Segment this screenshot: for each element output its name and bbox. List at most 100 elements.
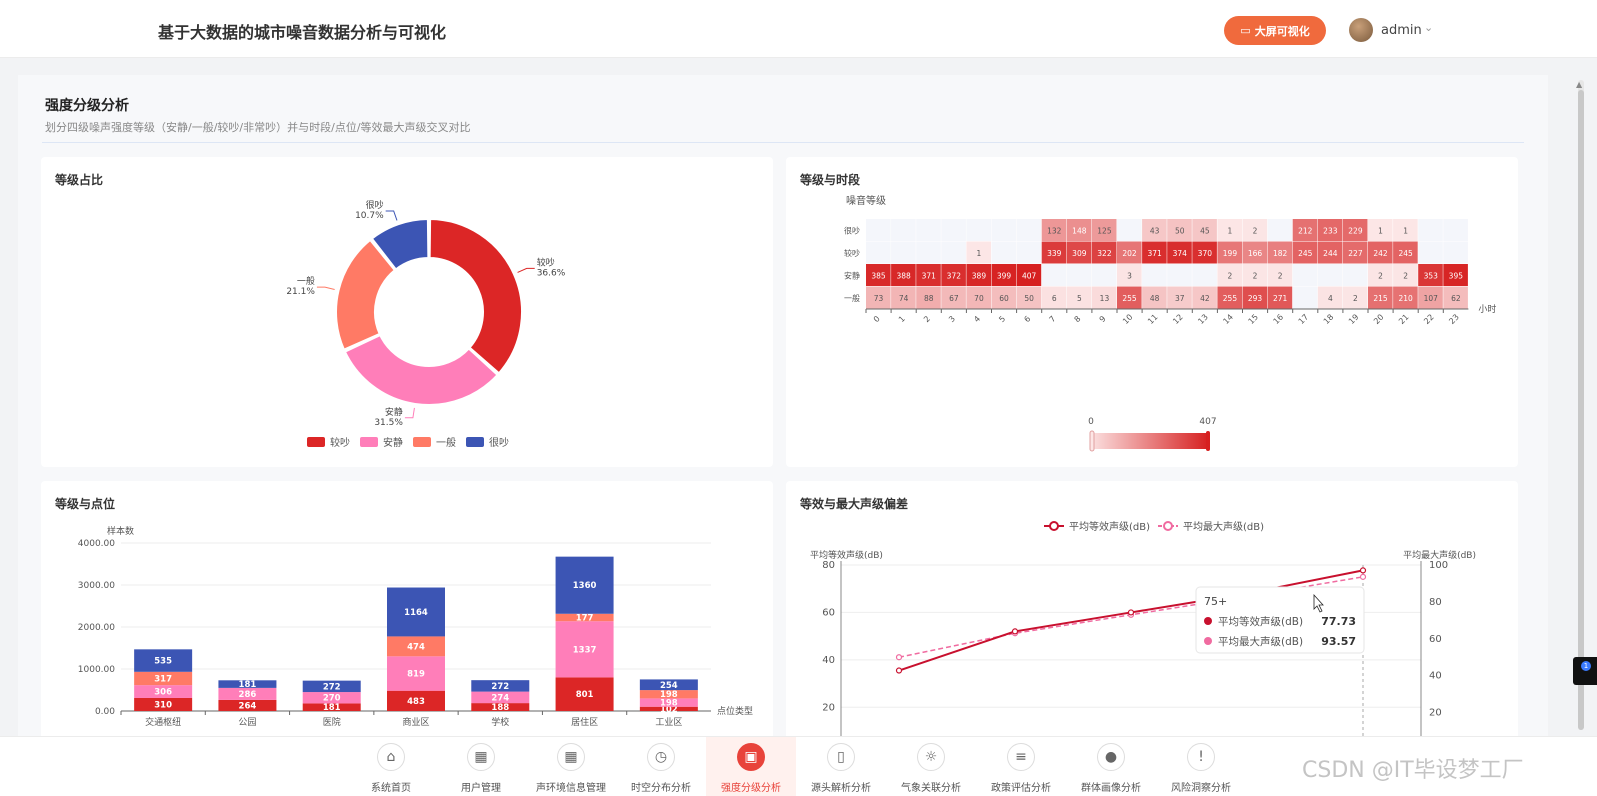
heatmap-cell	[1317, 264, 1343, 286]
divider	[42, 142, 1524, 143]
heatmap-xtick-label: 23	[1447, 312, 1461, 326]
bar-data-label: 310	[154, 700, 172, 710]
bar-data-label: 188	[491, 703, 509, 713]
bar-data-label: 306	[154, 688, 172, 698]
nav-label[interactable]: 政策评估分析	[976, 779, 1066, 794]
heatmap-cell-label: 2	[1378, 271, 1383, 280]
clock-icon[interactable]: ◷	[647, 743, 675, 771]
heatmap-cell-label: 166	[1248, 249, 1263, 258]
heatmap-cell-label: 43	[1150, 226, 1160, 235]
heatmap-cell	[1418, 241, 1443, 264]
nav-item-7[interactable]: ≡ 政策评估分析	[976, 737, 1066, 796]
bar-ylabel: 样本数	[107, 525, 134, 537]
heatmap-cell-label: 245	[1298, 249, 1313, 258]
heatmap-chart: 噪音等级很吵 132 148 125 43 50 45 1 2 212 233 229 1 1较吵 1 339…	[844, 194, 1496, 452]
line-point-max	[1359, 573, 1367, 580]
nav-item-4[interactable]: ▣ 强度分级分析	[706, 737, 796, 796]
nav-label[interactable]: 气象关联分析	[886, 779, 976, 794]
nav-item-1[interactable]: ▦ 用户管理	[436, 737, 526, 796]
heatmap-cell	[966, 219, 991, 241]
user-name[interactable]: admin	[1381, 23, 1422, 38]
sun-icon[interactable]: ☼	[917, 743, 945, 771]
heatmap-xtick-label: 12	[1171, 312, 1185, 326]
notification-badge[interactable]: 1	[1581, 661, 1591, 671]
heatmap-cell-label: 2	[1253, 226, 1258, 235]
bar-ytick-label: 1000.00	[78, 665, 115, 675]
pie-card: 等级占比 较吵 36.6% 安静 31.5% 一般 21.1% 很吵 10.7% 较吵 安静 一般很…	[41, 157, 773, 467]
bar-ytick-label: 2000.00	[78, 623, 115, 633]
heatmap-xtick-label: 14	[1221, 312, 1235, 326]
bar-data-label: 474	[407, 642, 425, 652]
nav-item-2[interactable]: ▦ 声环境信息管理	[526, 737, 616, 796]
legend-swatch-0	[307, 437, 325, 447]
pie-label-value-1: 31.5%	[374, 418, 403, 428]
avatar[interactable]	[1349, 18, 1373, 42]
pie-label-value-2: 21.1%	[286, 287, 315, 297]
nav-label[interactable]: 强度分级分析	[706, 779, 796, 794]
nav-label[interactable]: 群体画像分析	[1066, 779, 1156, 794]
heatmap-cell-label: 399	[997, 271, 1012, 280]
nav-item-8[interactable]: ● 群体画像分析	[1066, 737, 1156, 796]
heatmap-cell-label: 1	[1403, 226, 1408, 235]
nav-label[interactable]: 系统首页	[346, 779, 436, 794]
heatmap-cell	[1443, 241, 1468, 264]
home-icon[interactable]: ⌂	[377, 743, 405, 771]
nav-item-0[interactable]: ⌂ 系统首页	[346, 737, 436, 796]
heatmap-cell	[1117, 219, 1142, 241]
nav-label[interactable]: 源头解析分析	[796, 779, 886, 794]
chevron-down-icon[interactable]: ⌄	[1424, 21, 1433, 34]
person-icon[interactable]: ●	[1097, 743, 1125, 771]
heatmap-cell-label: 244	[1323, 249, 1338, 258]
heatmap-cell-label: 60	[999, 294, 1009, 303]
nav-label[interactable]: 时空分布分析	[616, 779, 706, 794]
grid-icon[interactable]: ▦	[467, 743, 495, 771]
bar-ytick-label: 3000.00	[78, 581, 115, 591]
tooltip-row-value: 93.57	[1321, 635, 1356, 648]
scrollbar-thumb[interactable]	[1578, 90, 1584, 730]
line-chart: 平均等效声级(dB) 平均最大声级(dB) 平均等效声级(dB) 平均最大声级(dB)…	[810, 520, 1476, 745]
scroll-up-icon[interactable]: ▲	[1576, 80, 1582, 89]
heatmap-cell-label: 371	[922, 271, 937, 280]
heatmap-xtick-label: 18	[1322, 312, 1336, 326]
bar-category-label: 交通枢纽	[145, 716, 181, 728]
heatmap-xtick-label: 1	[897, 314, 907, 324]
line-ytick-left: 20	[822, 702, 835, 713]
heatmap-cell-label: 132	[1047, 226, 1062, 235]
nav-label[interactable]: 声环境信息管理	[526, 779, 616, 794]
book-icon[interactable]: ▯	[827, 743, 855, 771]
heatmap-xtick-label: 19	[1347, 312, 1361, 326]
heatmap-cell-label: 227	[1348, 249, 1363, 258]
bar-data-label: 270	[323, 694, 341, 704]
nav-item-3[interactable]: ◷ 时空分布分析	[616, 737, 706, 796]
heatmap-cell-label: 1	[1378, 226, 1383, 235]
line-ylabel-left: 平均等效声级(dB)	[810, 549, 883, 561]
heatmap-cell-label: 62	[1451, 294, 1461, 303]
nav-item-9[interactable]: ! 风险洞察分析	[1156, 737, 1246, 796]
heatmap-cell-label: 2	[1253, 271, 1258, 280]
nav-item-5[interactable]: ▯ 源头解析分析	[796, 737, 886, 796]
alert-icon[interactable]: !	[1187, 743, 1215, 771]
nav-item-6[interactable]: ☼ 气象关联分析	[886, 737, 976, 796]
heatmap-cell-label: 322	[1097, 249, 1112, 258]
pie-label-value-3: 10.7%	[355, 211, 384, 221]
document-icon[interactable]: ≡	[1007, 743, 1035, 771]
apps-icon[interactable]: ▦	[557, 743, 585, 771]
heatmap-cell-label: 37	[1175, 294, 1185, 303]
nav-label[interactable]: 用户管理	[436, 779, 526, 794]
bar-data-label: 181	[323, 703, 341, 713]
heatmap-cell-label: 88	[924, 294, 934, 303]
heatmap-cell-label: 210	[1398, 294, 1413, 303]
heatmap-cell-label: 309	[1072, 249, 1087, 258]
line-point-max	[895, 654, 903, 661]
heatmap-xtick-label: 0	[872, 314, 882, 324]
bigscreen-button[interactable]: ▭ 大屏可视化	[1224, 16, 1326, 45]
heatmap-cell-label: 242	[1373, 249, 1388, 258]
heatmap-ylabel-3: 一般	[844, 293, 860, 303]
nav-label[interactable]: 风险洞察分析	[1156, 779, 1246, 794]
line-ytick-right: 80	[1429, 597, 1442, 608]
heatmap-cell-label: 125	[1097, 226, 1112, 235]
heatmap-cell	[866, 219, 891, 241]
presentation-icon[interactable]: ▣	[737, 743, 765, 771]
bar-data-label: 317	[154, 674, 172, 684]
vertical-scrollbar[interactable]	[1578, 80, 1584, 730]
